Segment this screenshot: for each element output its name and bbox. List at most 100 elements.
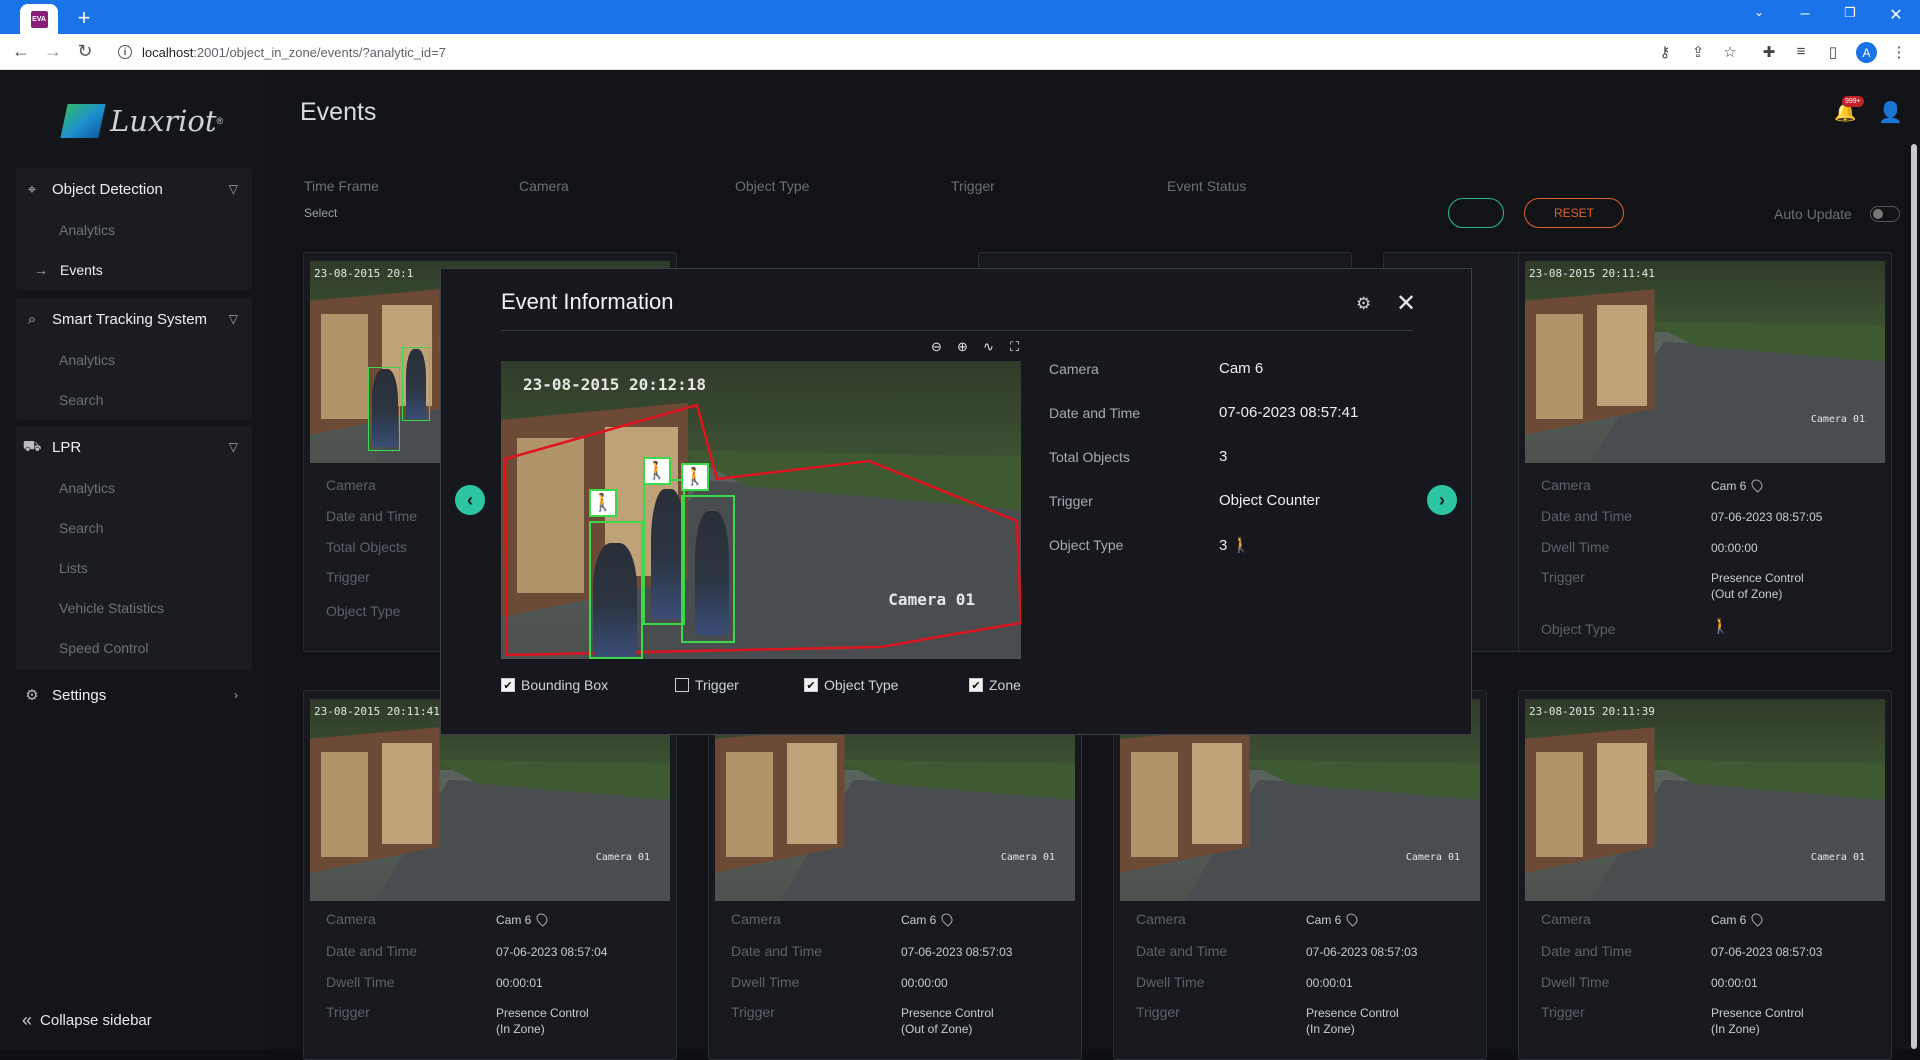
collapse-sidebar-button[interactable]: « Collapse sidebar [22, 1010, 152, 1031]
auto-update-label: Auto Update [1774, 206, 1852, 222]
brand-logo[interactable]: Luxriot ® [60, 104, 223, 138]
nav-head-lpr[interactable]: ⛟ LPR ▽ [16, 426, 252, 468]
info-label-camera: Camera [1049, 361, 1099, 377]
sidebar-item-search[interactable]: Search [16, 380, 252, 420]
url-text: localhost:2001/object_in_zone/events/?an… [142, 45, 446, 60]
minimize-icon[interactable]: – [1793, 5, 1817, 23]
card-label-trigger: Trigger [1541, 1004, 1585, 1020]
event-card[interactable]: 23-08-2015 20:11:41 Camera 01 Camera Cam… [1518, 252, 1892, 652]
event-image-viewer[interactable]: 🚶 🚶 🚶 23-08-2015 20:12:18 Camera 01 [501, 361, 1021, 659]
pedestrian-tag-icon: 🚶 [643, 457, 671, 485]
scene-door [320, 313, 368, 419]
active-dash-icon: → [34, 262, 48, 278]
zoom-out-icon[interactable]: ⊖ [929, 339, 944, 355]
camera-name: Cam 6 [1306, 913, 1342, 927]
checkbox-checked-icon[interactable]: ✔ [969, 678, 983, 692]
profile-avatar[interactable]: A [1856, 42, 1877, 63]
event-card[interactable]: 23-08-2015 20:11:39 Camera 01 Camera Cam… [1518, 690, 1892, 1060]
filter-label-object-type[interactable]: Object Type [735, 178, 809, 194]
browser-menu-icon[interactable]: ⋮ [1889, 43, 1909, 61]
reading-list-icon[interactable]: ≡ [1791, 43, 1811, 60]
trajectory-icon[interactable]: ∿ [981, 339, 996, 355]
location-pin-icon[interactable] [534, 911, 551, 927]
camera-label-overlay: Camera 01 [595, 852, 650, 863]
camera-scene: 23-08-2015 20:11:39 Camera 01 [1525, 699, 1885, 901]
key-icon[interactable]: ⚷ [1655, 43, 1675, 61]
checkbox-unchecked-icon[interactable] [675, 678, 689, 692]
card-label-trigger: Trigger [731, 1004, 775, 1020]
sidebar-item-search[interactable]: Search [16, 508, 252, 548]
event-card[interactable]: 23-08-2015 20:11:41 Camera 01 Camera Cam… [303, 690, 677, 1060]
previous-event-button[interactable]: ‹ [455, 485, 485, 515]
sidebar-item-vehicle-statistics[interactable]: Vehicle Statistics [16, 588, 252, 628]
timestamp-overlay: 23-08-2015 20:12:18 [523, 375, 707, 394]
browser-tab[interactable]: EVA [20, 4, 58, 34]
page-scrollbar-thumb[interactable] [1911, 144, 1917, 1049]
tab-search-icon[interactable]: ⌄ [1747, 5, 1771, 19]
collapse-label: Collapse sidebar [40, 1012, 152, 1029]
scene-door [320, 751, 368, 857]
sidebar-item-speed-control[interactable]: Speed Control [16, 628, 252, 668]
location-pin-icon[interactable] [1344, 911, 1361, 927]
bounding-box [402, 347, 430, 421]
scene-door [382, 743, 433, 845]
reset-button[interactable]: RESET [1524, 198, 1624, 228]
next-event-button[interactable]: › [1427, 485, 1457, 515]
back-icon[interactable]: ← [10, 41, 32, 62]
sidebar-item-analytics[interactable]: Analytics [16, 340, 252, 380]
reload-icon[interactable]: ↻ [74, 41, 96, 62]
object-count: 3 [1219, 537, 1228, 554]
fullscreen-icon[interactable]: ⛶ [1007, 339, 1022, 355]
event-card[interactable]: 23-08-2015 20:11:39 Camera 01 Camera Cam… [1113, 690, 1487, 1060]
event-thumbnail[interactable]: 23-08-2015 20:11:41 Camera 01 [1525, 261, 1885, 463]
gear-icon[interactable]: ⚙ [1356, 294, 1371, 314]
share-icon[interactable]: ⇪ [1688, 43, 1708, 61]
location-pin-icon[interactable] [939, 911, 956, 927]
location-pin-icon[interactable] [1749, 477, 1766, 493]
site-info-icon[interactable]: i [118, 45, 132, 59]
url-input[interactable]: i localhost:2001/object_in_zone/events/?… [108, 39, 1668, 65]
nav-head-settings[interactable]: ⚙ Settings › [16, 674, 252, 716]
filter-label-trigger[interactable]: Trigger [951, 178, 995, 194]
sidebar-item-analytics[interactable]: Analytics [16, 468, 252, 508]
checkbox-object-type[interactable]: ✔ Object Type [804, 677, 898, 693]
filter-time-frame-select[interactable]: Select [304, 206, 337, 220]
sidebar-item-label: Events [60, 262, 103, 278]
sidebar-item-lists[interactable]: Lists [16, 548, 252, 588]
card-label-camera: Camera [731, 911, 781, 927]
card-label-dwell-time: Dwell Time [1541, 974, 1610, 990]
checkbox-checked-icon[interactable]: ✔ [501, 678, 515, 692]
close-icon[interactable]: ✕ [1396, 289, 1416, 318]
camera-label-overlay: Camera 01 [1810, 852, 1865, 863]
event-thumbnail[interactable]: 23-08-2015 20:11:39 Camera 01 [1525, 699, 1885, 901]
user-icon[interactable]: 👤 [1878, 100, 1903, 125]
checkbox-trigger[interactable]: Trigger [675, 677, 739, 693]
checkbox-bounding-box[interactable]: ✔ Bounding Box [501, 677, 608, 693]
forward-icon[interactable]: → [42, 41, 64, 62]
card-label-date-time: Date and Time [1136, 943, 1228, 959]
filter-label-event-status[interactable]: Event Status [1167, 178, 1246, 194]
camera-label-overlay: Camera 01 [1810, 414, 1865, 425]
new-tab-icon[interactable]: + [72, 5, 96, 31]
extensions-icon[interactable]: ✚ [1759, 43, 1779, 61]
checkbox-checked-icon[interactable]: ✔ [804, 678, 818, 692]
filter-label-camera[interactable]: Camera [519, 178, 569, 194]
restore-icon[interactable]: ❐ [1838, 5, 1862, 21]
trigger-line-1: Presence Control [1711, 571, 1804, 585]
checkbox-zone[interactable]: ✔ Zone [969, 677, 1021, 693]
nav-head-object-detection[interactable]: ⌖ Object Detection ▽ [16, 168, 252, 210]
timestamp-overlay: 23-08-2015 20:1 [314, 267, 414, 280]
bookmark-star-icon[interactable]: ☆ [1720, 43, 1740, 61]
event-card[interactable]: 23-08-2015 20:11:40 Camera 01 Camera Cam… [708, 690, 1082, 1060]
nav-head-smart-tracking[interactable]: ⌕ Smart Tracking System ▽ [16, 298, 252, 340]
close-window-icon[interactable]: ✕ [1884, 5, 1908, 25]
auto-update-toggle[interactable] [1870, 206, 1900, 222]
sidebar-item-events[interactable]: → Events [16, 250, 252, 290]
location-pin-icon[interactable] [1749, 911, 1766, 927]
apply-button[interactable] [1448, 198, 1504, 228]
card-label-camera: Camera [1541, 911, 1591, 927]
side-panel-icon[interactable]: ▯ [1823, 43, 1843, 61]
zoom-in-icon[interactable]: ⊕ [955, 339, 970, 355]
card-trigger-value: Presence Control (In Zone) [1306, 1005, 1399, 1037]
sidebar-item-analytics[interactable]: Analytics [16, 210, 252, 250]
